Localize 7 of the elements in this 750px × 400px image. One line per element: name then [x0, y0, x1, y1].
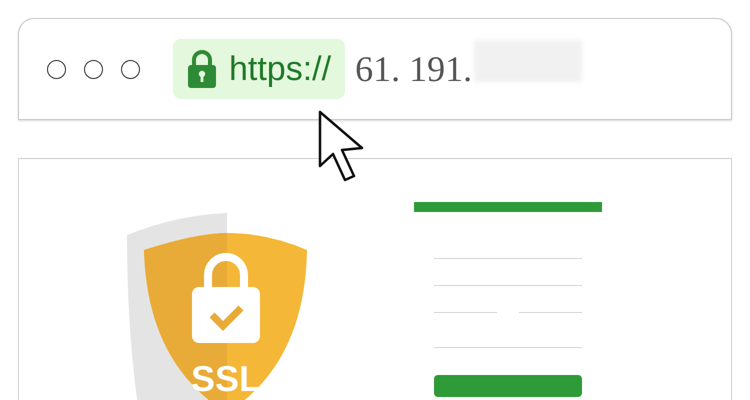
- url-host: 61. 191.: [355, 51, 472, 87]
- form-line: [519, 312, 582, 313]
- url-scheme: https://: [229, 52, 332, 86]
- secure-url-badge[interactable]: https://: [173, 39, 346, 99]
- ssl-label: SSL: [191, 358, 261, 399]
- padlock-icon: [187, 49, 217, 89]
- form-line: [434, 312, 497, 313]
